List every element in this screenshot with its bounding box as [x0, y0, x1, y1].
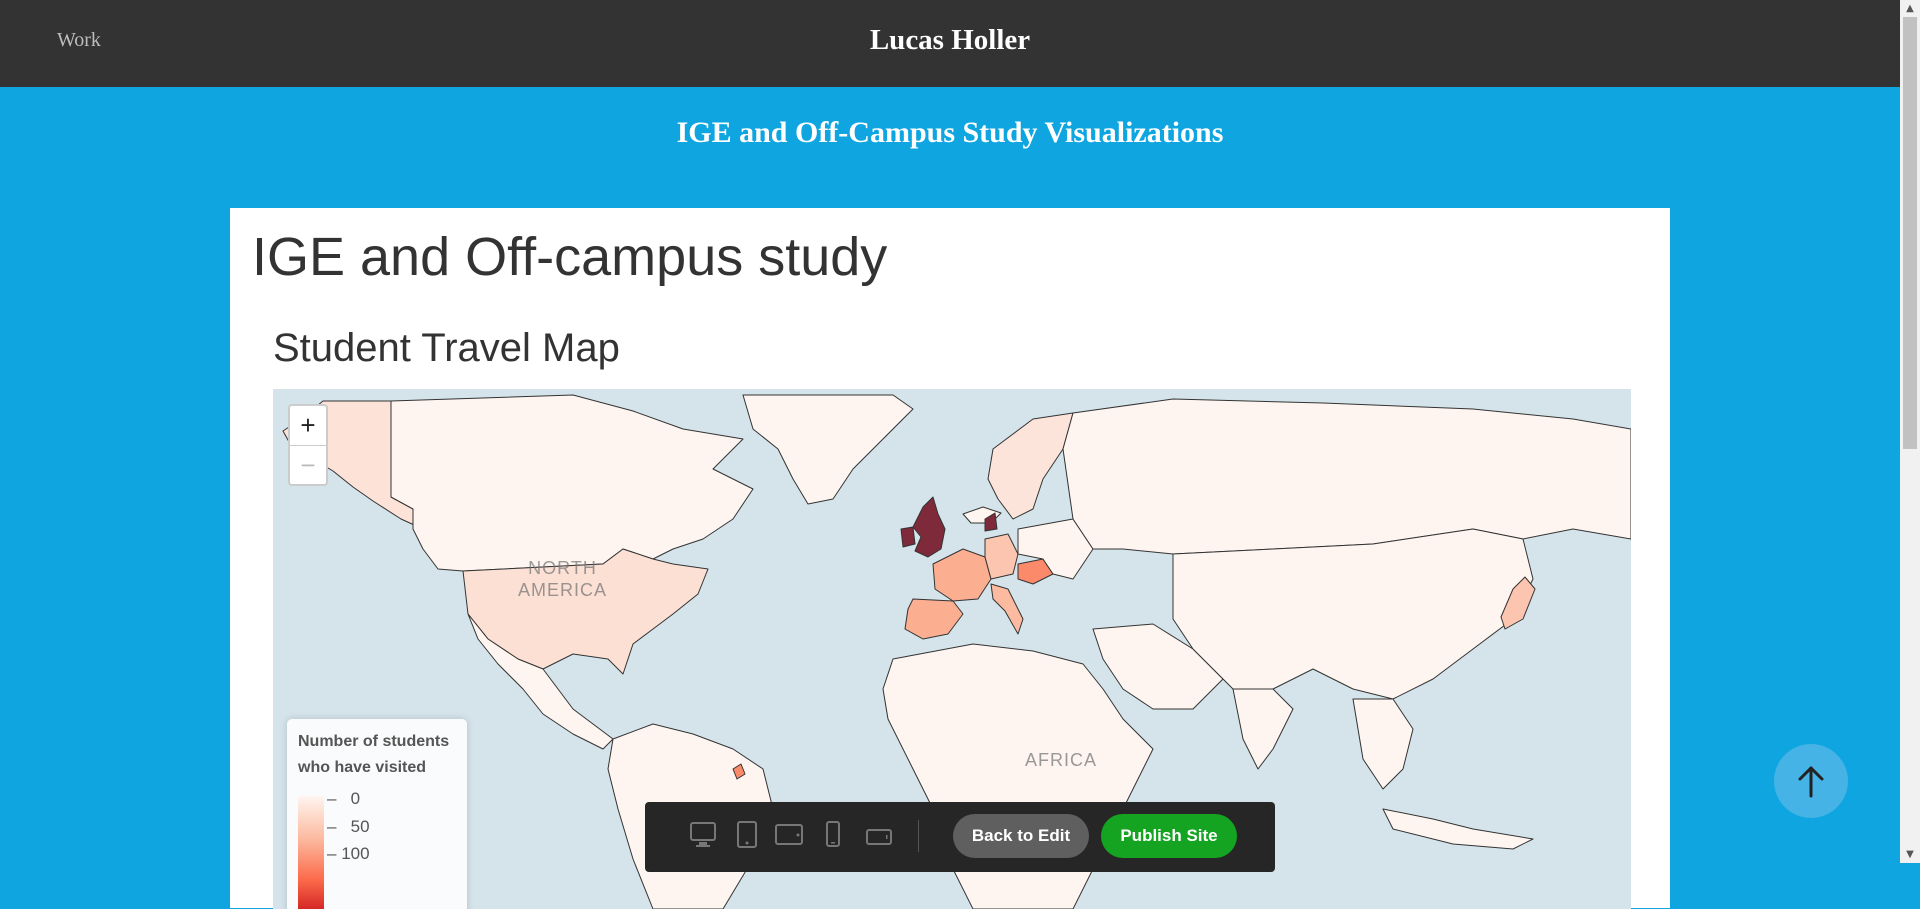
- legend-tick-0: – 0: [327, 789, 361, 808]
- desktop-icon[interactable]: [690, 820, 716, 850]
- legend-title: Number of students who have visited: [298, 733, 450, 776]
- map-label-north: NORTH: [528, 558, 597, 578]
- scroll-to-top-button[interactable]: [1774, 744, 1848, 818]
- region-ireland: [900, 526, 916, 548]
- region-india: [1232, 688, 1294, 770]
- page-scrollbar[interactable]: ▲ ▼: [1900, 0, 1920, 863]
- region-asia: [1172, 528, 1534, 700]
- region-uk: [912, 496, 946, 558]
- region-spain: [904, 598, 964, 640]
- scroll-up-arrow-icon[interactable]: ▲: [1900, 0, 1920, 17]
- back-to-edit-button[interactable]: Back to Edit: [953, 814, 1089, 858]
- legend-tick-100: – 100: [327, 844, 370, 863]
- region-germany: [984, 533, 1019, 580]
- legend-tick-50: – 50: [327, 817, 370, 836]
- tablet-icon[interactable]: [737, 820, 757, 850]
- zoom-control: + −: [288, 404, 328, 486]
- legend-gradient: [298, 796, 324, 909]
- region-canada: [390, 394, 754, 572]
- publish-site-button[interactable]: Publish Site: [1101, 814, 1237, 858]
- top-navbar: Work Lucas Holler: [0, 0, 1900, 87]
- arrow-up-icon: [1798, 766, 1824, 798]
- zoom-out-button[interactable]: −: [290, 446, 326, 485]
- region-russia: [1062, 398, 1631, 555]
- zoom-in-button[interactable]: +: [290, 406, 326, 446]
- map-label-africa: AFRICA: [1025, 750, 1098, 770]
- content-title: IGE and Off-campus study: [252, 227, 888, 287]
- map-title: Student Travel Map: [273, 326, 620, 370]
- phone-icon[interactable]: [825, 820, 841, 850]
- region-scandinavia: [987, 412, 1074, 520]
- region-france: [932, 548, 992, 602]
- site-title[interactable]: Lucas Holler: [0, 24, 1900, 57]
- region-southeast-asia: [1352, 698, 1414, 790]
- tablet-landscape-icon[interactable]: [775, 823, 803, 847]
- toolbar-separator: [918, 820, 919, 852]
- map-label-north-america: NORTH AMERICA: [518, 557, 607, 601]
- scroll-down-arrow-icon[interactable]: ▼: [1900, 846, 1920, 863]
- map-legend: Number of students who have visited – 0 …: [287, 719, 467, 909]
- map-label-america: AMERICA: [518, 580, 608, 600]
- editor-toolbar: Back to Edit Publish Site: [645, 802, 1275, 872]
- region-greenland: [742, 394, 914, 505]
- scrollbar-thumb[interactable]: [1903, 17, 1917, 449]
- phone-landscape-icon[interactable]: [865, 827, 893, 847]
- region-italy: [990, 583, 1024, 635]
- page-heading: IGE and Off-Campus Study Visualizations: [676, 116, 1224, 149]
- region-indonesia: [1382, 808, 1534, 850]
